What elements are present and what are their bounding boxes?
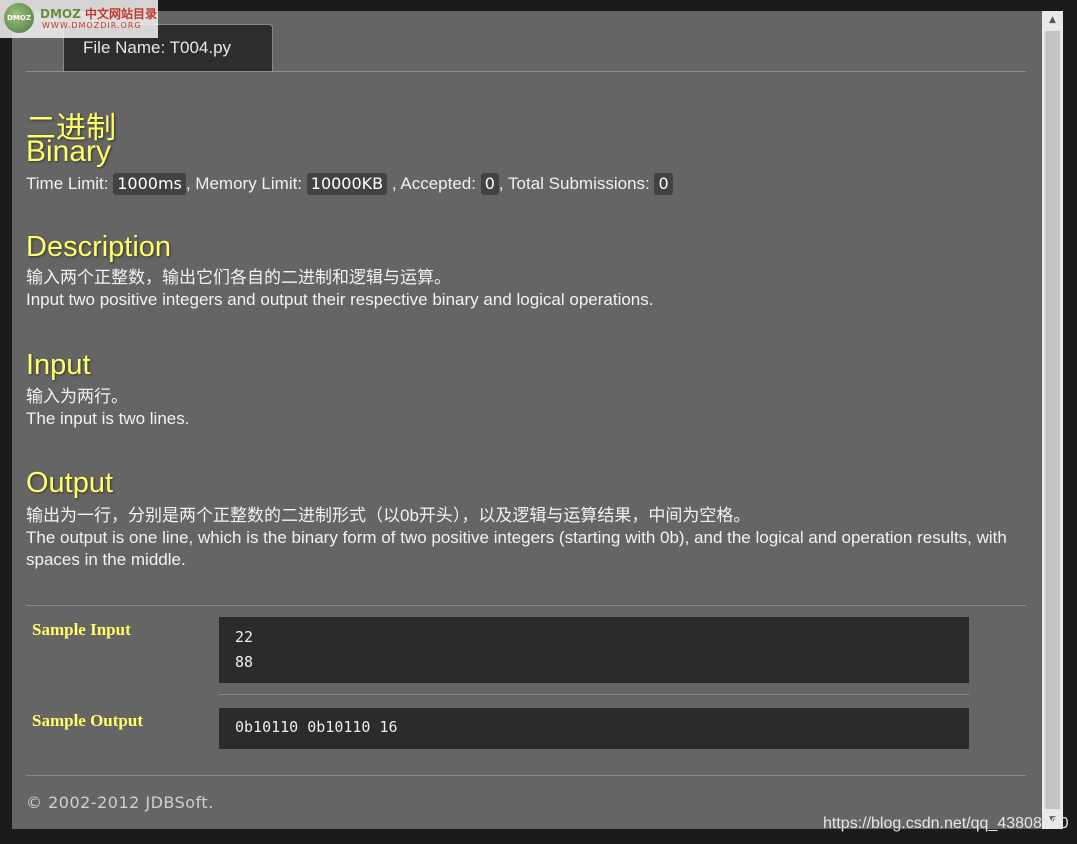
output-text-cn: 输出为一行，分别是两个正整数的二进制形式（以0b开头），以及逻辑与运算结果，中间…	[26, 506, 751, 525]
sample-divider	[219, 694, 969, 695]
sample-input-line: 88	[235, 653, 254, 671]
description-heading: Description	[26, 231, 172, 263]
time-limit-label: Time Limit:	[26, 174, 114, 193]
output-heading: Output	[26, 467, 114, 499]
problem-limits: Time Limit: 1000ms, Memory Limit: 10000K…	[26, 173, 673, 195]
copyright-footer: © 2002-2012 JDBSoft.	[26, 793, 214, 812]
accepted-label: , Accepted:	[387, 174, 481, 193]
csdn-watermark: https://blog.csdn.net/qq_43808700	[823, 815, 1069, 832]
sample-input-line: 22	[235, 628, 254, 646]
memory-limit-value: 10000KB	[306, 173, 388, 195]
output-text-en: The output is one line, which is the bin…	[26, 528, 1007, 569]
samples-divider	[26, 605, 1026, 606]
description-text-cn: 输入两个正整数，输出它们各自的二进制和逻辑与运算。	[26, 268, 451, 287]
output-text: 输出为一行，分别是两个正整数的二进制形式（以0b开头），以及逻辑与运算结果，中间…	[26, 505, 1016, 571]
problem-title-en: Binary	[26, 135, 112, 168]
logo-title-en: DMOZ	[40, 7, 81, 21]
problem-page-frame: File Name: T004.py 二进制 Binary Time Limit…	[12, 11, 1042, 829]
input-text-en: The input is two lines.	[26, 409, 190, 428]
sample-output-line: 0b10110 0b10110 16	[235, 718, 398, 736]
scrollbar-thumb[interactable]	[1045, 31, 1060, 809]
sample-output-box: 0b10110 0b10110 16	[219, 708, 969, 749]
logo-subtitle: WWW.DMOZDIR.ORG	[42, 21, 142, 30]
tab-divider	[26, 71, 1026, 72]
accepted-value: 0	[480, 173, 499, 195]
total-submissions-value: 0	[654, 173, 673, 195]
dmoz-logo: DMOZ DMOZ 中文网站目录 WWW.DMOZDIR.ORG	[0, 0, 158, 38]
input-text: 输入为两行。 The input is two lines.	[26, 386, 189, 430]
footer-divider	[26, 775, 1026, 776]
globe-logo-icon: DMOZ	[4, 3, 34, 33]
total-submissions-label: , Total Submissions:	[498, 174, 655, 193]
time-limit-value: 1000ms	[113, 173, 186, 195]
description-text-en: Input two positive integers and output t…	[26, 290, 654, 309]
sample-output-label: Sample Output	[32, 711, 143, 730]
sample-input-box: 22 88	[219, 617, 969, 683]
memory-limit-label: , Memory Limit:	[185, 174, 307, 193]
input-text-cn: 输入为两行。	[26, 387, 128, 406]
vertical-scrollbar[interactable]: ▲ ▼	[1042, 11, 1063, 829]
description-text: 输入两个正整数，输出它们各自的二进制和逻辑与运算。 Input two posi…	[26, 267, 654, 311]
input-heading: Input	[26, 349, 91, 381]
scroll-up-arrow-icon[interactable]: ▲	[1042, 11, 1063, 29]
logo-title: DMOZ 中文网站目录	[40, 5, 157, 22]
file-name-label: File Name: T004.py	[83, 38, 232, 57]
sample-input-label: Sample Input	[32, 620, 131, 639]
logo-title-cn: 中文网站目录	[85, 7, 158, 21]
